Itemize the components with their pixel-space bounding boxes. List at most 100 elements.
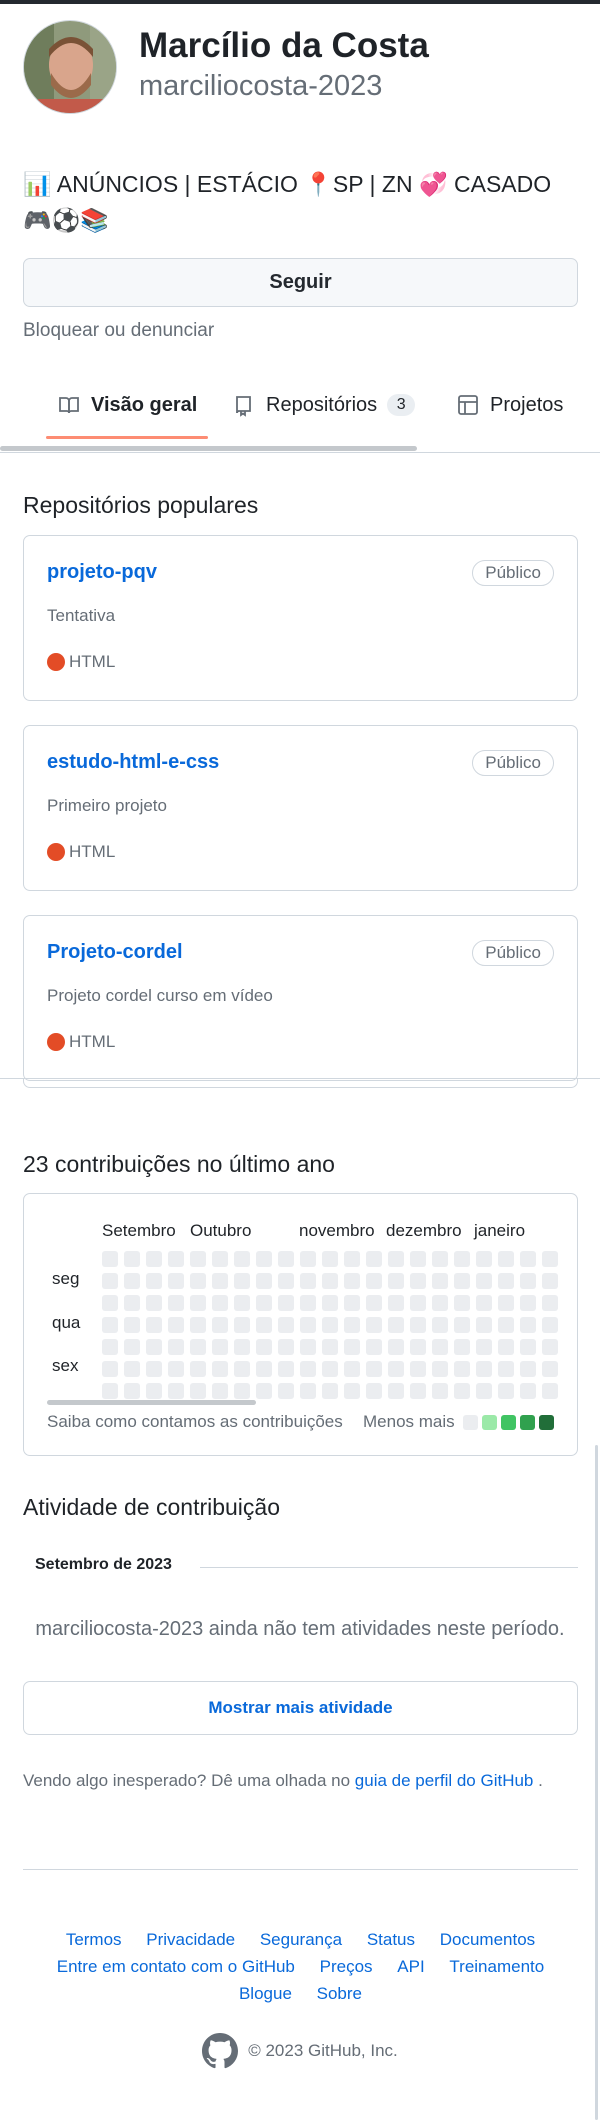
footer-link-pricing[interactable]: Preços [320, 1957, 373, 1976]
contribution-day-cell[interactable] [124, 1361, 140, 1377]
contribution-day-cell[interactable] [256, 1295, 272, 1311]
contribution-day-cell[interactable] [454, 1317, 470, 1333]
contribution-day-cell[interactable] [256, 1251, 272, 1267]
contribution-day-cell[interactable] [410, 1251, 426, 1267]
contribution-day-cell[interactable] [410, 1317, 426, 1333]
contribution-day-cell[interactable] [102, 1383, 118, 1399]
contribution-day-cell[interactable] [168, 1295, 184, 1311]
contribution-day-cell[interactable] [388, 1251, 404, 1267]
contribution-day-cell[interactable] [432, 1339, 448, 1355]
contribution-day-cell[interactable] [146, 1251, 162, 1267]
contribution-day-cell[interactable] [124, 1273, 140, 1289]
contribution-day-cell[interactable] [432, 1273, 448, 1289]
repo-name-link[interactable]: Projeto-cordel [47, 941, 183, 964]
contribution-day-cell[interactable] [388, 1317, 404, 1333]
contribution-day-cell[interactable] [366, 1317, 382, 1333]
page-scrollbar[interactable] [595, 1445, 598, 2120]
profile-guide-link[interactable]: guia de perfil do GitHub [355, 1771, 534, 1790]
repo-name-link[interactable]: estudo-html-e-css [47, 751, 219, 774]
contribution-day-cell[interactable] [476, 1317, 492, 1333]
contribution-day-cell[interactable] [344, 1295, 360, 1311]
contribution-day-cell[interactable] [476, 1361, 492, 1377]
contribution-day-cell[interactable] [410, 1339, 426, 1355]
contribution-day-cell[interactable] [300, 1295, 316, 1311]
contribution-day-cell[interactable] [102, 1295, 118, 1311]
tab-projects[interactable]: Projetos [456, 380, 563, 430]
contribution-day-cell[interactable] [366, 1361, 382, 1377]
contribution-day-cell[interactable] [212, 1361, 228, 1377]
contribution-day-cell[interactable] [542, 1273, 558, 1289]
contribution-day-cell[interactable] [476, 1383, 492, 1399]
footer-link-about[interactable]: Sobre [317, 1984, 362, 2003]
contribution-day-cell[interactable] [344, 1361, 360, 1377]
contribution-day-cell[interactable] [366, 1339, 382, 1355]
graph-scrollbar[interactable] [47, 1400, 256, 1405]
contribution-day-cell[interactable] [102, 1361, 118, 1377]
contribution-day-cell[interactable] [388, 1361, 404, 1377]
contribution-day-cell[interactable] [344, 1251, 360, 1267]
contribution-day-cell[interactable] [168, 1361, 184, 1377]
contribution-day-cell[interactable] [234, 1361, 250, 1377]
contribution-day-cell[interactable] [278, 1317, 294, 1333]
repo-name-link[interactable]: projeto-pqv [47, 561, 157, 584]
contribution-day-cell[interactable] [278, 1383, 294, 1399]
contribution-day-cell[interactable] [542, 1251, 558, 1267]
footer-link-security[interactable]: Segurança [260, 1930, 342, 1949]
contribution-day-cell[interactable] [146, 1361, 162, 1377]
contribution-day-cell[interactable] [300, 1383, 316, 1399]
contribution-day-cell[interactable] [168, 1273, 184, 1289]
contribution-day-cell[interactable] [410, 1273, 426, 1289]
learn-contributions-link[interactable]: Saiba como contamos as contribuições [47, 1412, 343, 1432]
footer-link-terms[interactable]: Termos [66, 1930, 122, 1949]
contribution-day-cell[interactable] [278, 1273, 294, 1289]
contribution-day-cell[interactable] [102, 1251, 118, 1267]
contribution-day-cell[interactable] [256, 1383, 272, 1399]
contribution-day-cell[interactable] [256, 1339, 272, 1355]
contribution-day-cell[interactable] [476, 1339, 492, 1355]
contribution-day-cell[interactable] [410, 1295, 426, 1311]
footer-link-privacy[interactable]: Privacidade [146, 1930, 235, 1949]
contribution-day-cell[interactable] [454, 1339, 470, 1355]
tabs-scrollbar[interactable] [0, 446, 417, 451]
contribution-day-cell[interactable] [498, 1273, 514, 1289]
contribution-day-cell[interactable] [322, 1273, 338, 1289]
contribution-day-cell[interactable] [212, 1339, 228, 1355]
contribution-day-cell[interactable] [146, 1383, 162, 1399]
contribution-day-cell[interactable] [146, 1339, 162, 1355]
contribution-day-cell[interactable] [278, 1339, 294, 1355]
contribution-day-cell[interactable] [366, 1273, 382, 1289]
contribution-day-cell[interactable] [520, 1361, 536, 1377]
contribution-day-cell[interactable] [234, 1317, 250, 1333]
footer-link-status[interactable]: Status [367, 1930, 415, 1949]
contribution-day-cell[interactable] [146, 1295, 162, 1311]
contribution-day-cell[interactable] [278, 1251, 294, 1267]
contribution-day-cell[interactable] [476, 1273, 492, 1289]
contribution-day-cell[interactable] [234, 1273, 250, 1289]
contribution-day-cell[interactable] [476, 1295, 492, 1311]
show-more-activity-button[interactable]: Mostrar mais atividade [23, 1681, 578, 1735]
contribution-day-cell[interactable] [234, 1251, 250, 1267]
contribution-day-cell[interactable] [432, 1317, 448, 1333]
contribution-day-cell[interactable] [278, 1361, 294, 1377]
github-mark-icon[interactable] [202, 2033, 239, 2069]
contribution-day-cell[interactable] [520, 1295, 536, 1311]
contribution-day-cell[interactable] [498, 1383, 514, 1399]
contribution-day-cell[interactable] [542, 1361, 558, 1377]
tab-overview[interactable]: Visão geral [57, 380, 197, 430]
contribution-day-cell[interactable] [366, 1251, 382, 1267]
contribution-day-cell[interactable] [190, 1295, 206, 1311]
contribution-day-cell[interactable] [212, 1295, 228, 1311]
contribution-day-cell[interactable] [410, 1361, 426, 1377]
contribution-day-cell[interactable] [168, 1317, 184, 1333]
contribution-day-cell[interactable] [344, 1383, 360, 1399]
contribution-day-cell[interactable] [212, 1273, 228, 1289]
contribution-day-cell[interactable] [432, 1295, 448, 1311]
contribution-day-cell[interactable] [344, 1273, 360, 1289]
contribution-day-cell[interactable] [124, 1339, 140, 1355]
contribution-day-cell[interactable] [388, 1273, 404, 1289]
contribution-day-cell[interactable] [234, 1295, 250, 1311]
contribution-day-cell[interactable] [168, 1251, 184, 1267]
contribution-day-cell[interactable] [168, 1339, 184, 1355]
footer-link-blog[interactable]: Blogue [239, 1984, 292, 2003]
contribution-day-cell[interactable] [168, 1383, 184, 1399]
